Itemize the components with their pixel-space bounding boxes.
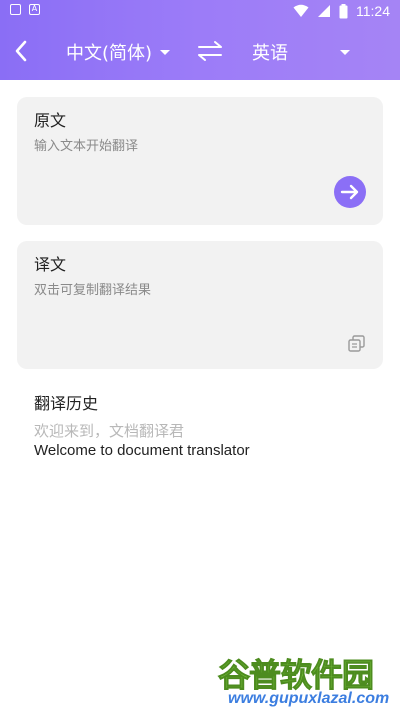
signal-icon (318, 5, 330, 17)
translate-button[interactable] (334, 176, 366, 208)
history-title: 翻译历史 (34, 394, 99, 413)
target-language-selector[interactable]: 英语 (252, 39, 288, 65)
source-text-card[interactable]: 原文 输入文本开始翻译 (17, 97, 383, 225)
arrow-right-icon (340, 184, 359, 200)
target-language-dropdown-icon[interactable] (340, 50, 350, 55)
source-card-title: 原文 (34, 111, 67, 130)
copy-icon[interactable] (347, 334, 367, 354)
result-card-title: 译文 (34, 255, 67, 274)
swap-languages-icon[interactable] (195, 36, 225, 66)
history-welcome-text[interactable]: 欢迎来到，文档翻译君 (34, 420, 184, 441)
status-notifications: A (10, 4, 40, 15)
source-language-selector[interactable]: 中文(简体) (66, 39, 171, 65)
app-header: A 11:24 中文(简体) 英语 (0, 0, 400, 80)
result-card-hint: 双击可复制翻译结果 (34, 283, 152, 298)
translation-result-card[interactable]: 译文 双击可复制翻译结果 (17, 241, 383, 369)
back-arrow-icon[interactable] (6, 36, 36, 66)
notification-icon (10, 4, 21, 15)
watermark: 谷普软件园 www.gupuxlazal.com (217, 650, 400, 712)
status-bar: A 11:24 (0, 0, 400, 22)
wifi-icon (293, 4, 309, 17)
status-time: 11:24 (356, 3, 390, 19)
status-indicators: 11:24 (293, 3, 390, 19)
notification-a-icon: A (29, 4, 40, 15)
battery-icon (339, 3, 348, 18)
watermark-url: www.gupuxlazal.com (228, 690, 390, 707)
source-text-input[interactable]: 输入文本开始翻译 (34, 135, 138, 154)
toolbar: 中文(简体) 英语 (0, 22, 400, 80)
history-welcome-english[interactable]: Welcome to document translator (34, 442, 250, 459)
target-language-label: 英语 (252, 43, 288, 64)
source-language-label: 中文(简体) (66, 43, 153, 64)
source-language-dropdown-icon (160, 49, 171, 55)
